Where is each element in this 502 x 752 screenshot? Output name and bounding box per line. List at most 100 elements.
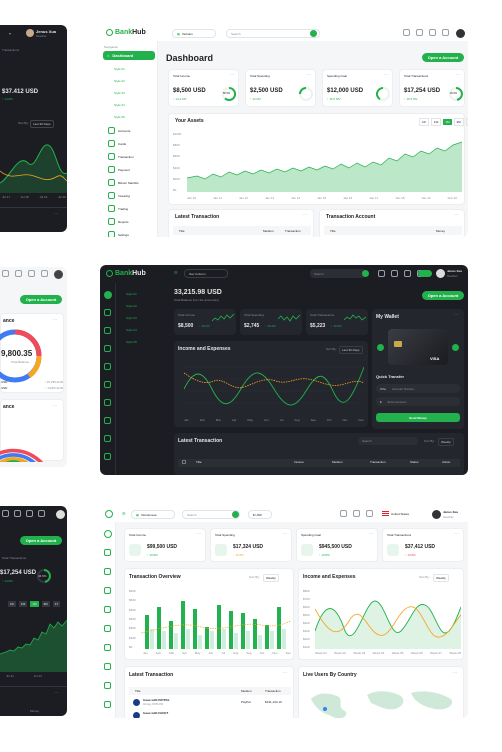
sort-select[interactable]: Weekly (263, 574, 279, 582)
more-icon[interactable]: ··· (384, 72, 388, 77)
report-icon[interactable] (104, 435, 111, 442)
wallet-icon[interactable] (104, 606, 111, 613)
gear-icon[interactable] (104, 453, 111, 460)
avatar[interactable] (56, 510, 65, 519)
avatar[interactable] (432, 510, 441, 519)
sidebar-item-bitcoin[interactable]: Bitcoin Stanbits (108, 179, 139, 186)
sidebar-item-investing[interactable]: Investing (108, 192, 130, 199)
bitcoin-icon[interactable] (104, 381, 111, 388)
search-input[interactable]: Search (358, 437, 418, 445)
sidebar-item-style-01[interactable]: Style 01 (114, 67, 125, 71)
sidebar-item-settings[interactable]: Settings (108, 231, 129, 237)
brand-logo[interactable]: Bank Hub (106, 29, 146, 36)
sort-select[interactable]: Weekly (438, 438, 454, 446)
range-tab[interactable]: 1D (419, 118, 429, 126)
open-account-button[interactable]: Open a Account (422, 291, 464, 300)
more-icon[interactable]: ··· (54, 211, 58, 216)
bell-icon[interactable] (2, 270, 9, 277)
range-tab[interactable]: 3M (41, 601, 50, 607)
more-icon[interactable]: ··· (456, 72, 460, 77)
range-tab[interactable]: 1M (30, 601, 39, 607)
chat-icon[interactable] (38, 510, 45, 517)
search-icon[interactable] (310, 30, 317, 37)
brand-logo[interactable]: Bank Hub (106, 270, 146, 277)
more-icon[interactable]: ··· (283, 670, 287, 675)
range-tab[interactable]: 1Y (52, 601, 61, 607)
more-icon[interactable]: ··· (369, 531, 373, 536)
open-account-button[interactable]: Open a Account (20, 295, 62, 304)
nav-column-select[interactable]: Nav Column (184, 269, 228, 278)
sidebar-item-accounts[interactable]: Accounts (108, 127, 130, 134)
search-icon[interactable] (362, 270, 369, 277)
table-row[interactable]: Issue with PAYPAL 02 Aug, 05:56 PM PayPa… (129, 697, 291, 709)
more-icon[interactable]: ··· (454, 212, 458, 217)
gift-icon[interactable] (14, 510, 21, 517)
transfer-icon[interactable] (104, 345, 111, 352)
card-icon[interactable] (104, 327, 111, 334)
trend-icon[interactable] (104, 663, 111, 670)
more-icon[interactable]: ··· (230, 72, 234, 77)
sidebar-item-transaction[interactable]: Transaction (108, 153, 134, 160)
home-icon[interactable] (104, 291, 112, 299)
more-icon[interactable]: ··· (54, 690, 58, 695)
prev-card-button[interactable] (377, 344, 384, 351)
bitcoin-icon[interactable] (104, 625, 111, 632)
language-select[interactable]: ▦ Vietnam (172, 29, 216, 38)
logo-icon[interactable] (105, 510, 113, 518)
submenu-item[interactable]: Style 02 (126, 304, 137, 308)
more-icon[interactable]: ··· (53, 317, 57, 322)
mail-icon[interactable] (404, 270, 411, 277)
avatar[interactable] (456, 29, 465, 38)
chart-icon[interactable] (104, 644, 111, 651)
chart-icon[interactable] (104, 399, 111, 406)
more-icon[interactable]: ··· (283, 531, 287, 536)
settings-icon[interactable] (340, 510, 347, 517)
gear-icon[interactable] (104, 701, 111, 708)
mail-icon[interactable] (429, 29, 436, 36)
range-tab[interactable]: 1W (430, 118, 442, 126)
avatar[interactable] (54, 270, 63, 279)
currency-select[interactable]: $ USD (248, 510, 272, 519)
menu-toggle-icon[interactable]: ☰ (122, 511, 126, 516)
sidebar-item-dashboard[interactable]: ⌂ Dashboard (103, 51, 155, 60)
transfer-icon[interactable] (104, 587, 111, 594)
bell-icon[interactable] (416, 29, 423, 36)
user-icon[interactable] (104, 549, 111, 556)
amount-field[interactable]: $ Enter Amount... (376, 397, 460, 406)
send-money-button[interactable]: Send Money (376, 413, 460, 422)
sidebar-item-style-04[interactable]: Style 04 (114, 103, 125, 107)
theme-toggle[interactable] (418, 270, 432, 277)
country-select[interactable]: United States (382, 511, 409, 516)
report-icon[interactable] (104, 682, 111, 689)
language-select[interactable]: ▦ Vietnamese (131, 510, 175, 519)
search-icon[interactable] (232, 511, 239, 518)
search-input[interactable]: Search (310, 269, 366, 278)
more-icon[interactable]: ··· (307, 72, 311, 77)
sort-select[interactable]: Weekly (433, 574, 449, 582)
next-card-button[interactable] (452, 344, 459, 351)
more-icon[interactable]: ··· (455, 531, 459, 536)
menu-toggle-icon[interactable]: ☰ (174, 270, 178, 275)
sidebar-item-reports[interactable]: Reports (108, 218, 129, 225)
range-tab[interactable]: 1Y (465, 118, 468, 126)
submenu-item[interactable]: Style 04 (126, 328, 137, 332)
sidebar-item-style-02[interactable]: Style 02 (114, 79, 125, 83)
range-tab[interactable]: 1D (8, 601, 16, 607)
open-account-button[interactable]: Open a Account (20, 536, 62, 545)
user-icon[interactable] (104, 309, 111, 316)
sort-select[interactable]: Last 30 Days (30, 120, 54, 128)
sidebar-item-style-05[interactable]: Style 05 (114, 115, 125, 119)
mail-icon[interactable] (28, 270, 35, 277)
more-icon[interactable]: ··· (453, 670, 457, 675)
sidebar-item-style-03[interactable]: Style 03 (114, 91, 125, 95)
sidebar-item-cards[interactable]: Cards (108, 140, 126, 147)
wallet-icon[interactable] (104, 363, 111, 370)
recipient-field[interactable]: Who Account Numbe... (376, 384, 460, 393)
sort-select[interactable]: Last 30 Days (339, 346, 363, 354)
mail-icon[interactable] (366, 510, 373, 517)
sidebar-item-trading[interactable]: Trading (108, 205, 128, 212)
submenu-item[interactable]: Style 03 (126, 316, 137, 320)
range-tab[interactable]: 1M (443, 119, 452, 125)
mail-icon[interactable] (26, 510, 33, 517)
more-icon[interactable]: ··· (303, 212, 307, 217)
